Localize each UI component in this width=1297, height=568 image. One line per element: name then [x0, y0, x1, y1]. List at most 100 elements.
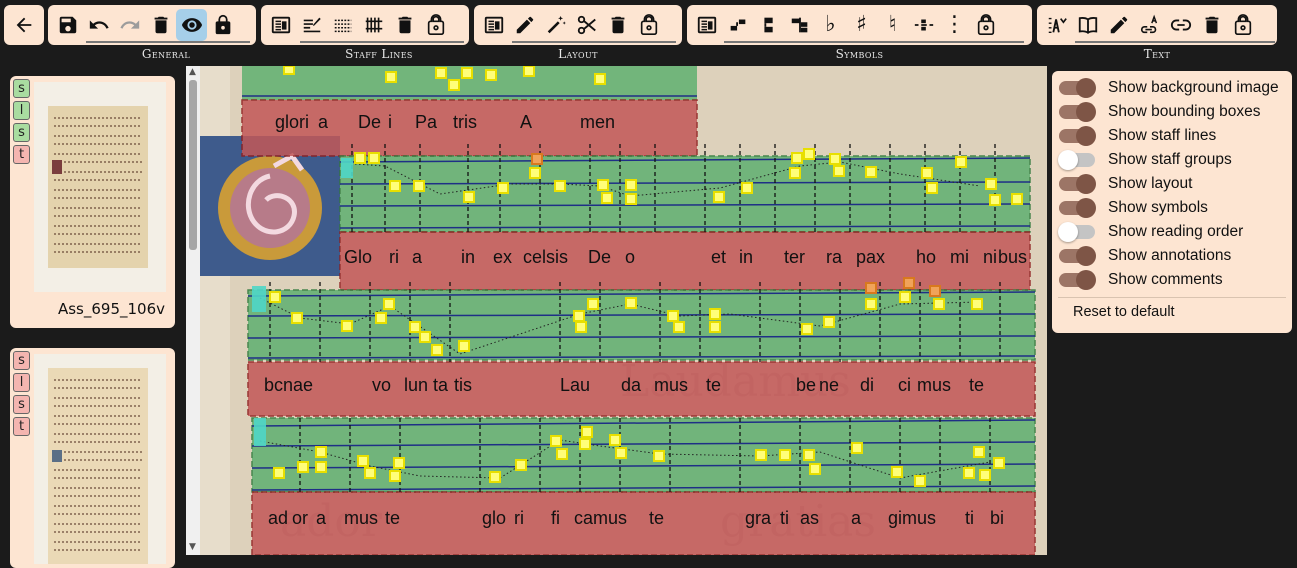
syllable[interactable]: o	[625, 247, 635, 268]
syllable[interactable]: ta	[433, 375, 448, 396]
save-icon[interactable]	[52, 9, 83, 41]
syllable[interactable]: ti	[780, 508, 789, 529]
toggle-switch[interactable]	[1059, 102, 1096, 122]
syllable[interactable]: ti	[965, 508, 974, 529]
syllable[interactable]: ri	[389, 247, 399, 268]
syllable[interactable]: in	[461, 247, 475, 268]
syllable[interactable]: te	[969, 375, 984, 396]
lock-icon[interactable]	[207, 9, 238, 41]
page-card[interactable]: s l s t Ass_695_106v	[10, 76, 175, 328]
toggle-switch[interactable]	[1059, 270, 1096, 290]
syllable[interactable]: ri	[514, 508, 524, 529]
setting-symbols[interactable]: Show symbols	[1052, 196, 1292, 220]
setting-comments[interactable]: Show comments	[1052, 268, 1292, 292]
syllable[interactable]: Pa	[415, 112, 437, 133]
syllable[interactable]: bus	[998, 247, 1027, 268]
syllable[interactable]: da	[621, 375, 641, 396]
delete-icon[interactable]	[1196, 9, 1227, 41]
back-arrow-icon[interactable]	[4, 9, 44, 41]
setting-bounding-boxes[interactable]: Show bounding boxes	[1052, 100, 1292, 124]
page-thumbnail[interactable]	[34, 82, 166, 292]
syllable[interactable]: Glo	[344, 247, 372, 268]
pencil-icon[interactable]	[1103, 9, 1134, 41]
syllable[interactable]: fi	[551, 508, 560, 529]
delete-icon[interactable]	[389, 9, 420, 41]
toggle-switch[interactable]	[1059, 78, 1096, 98]
syllable[interactable]: et	[711, 247, 726, 268]
setting-staff-lines[interactable]: Show staff lines	[1052, 124, 1292, 148]
text-sort-icon[interactable]	[1041, 9, 1072, 41]
link-icon[interactable]	[1165, 9, 1196, 41]
symbol-add-icon[interactable]	[691, 9, 722, 41]
lock-icon[interactable]	[420, 9, 451, 41]
syllable[interactable]: Lau	[560, 375, 590, 396]
toggle-switch[interactable]	[1059, 246, 1096, 266]
staff-split-icon[interactable]	[327, 9, 358, 41]
page-card[interactable]: s l s t	[10, 348, 175, 568]
scroll-up-arrow-icon[interactable]: ▲	[189, 67, 196, 77]
setting-layout[interactable]: Show layout	[1052, 172, 1292, 196]
syllable[interactable]: tis	[454, 375, 472, 396]
lock-icon[interactable]	[970, 9, 1001, 41]
flat-icon[interactable]: ♭	[815, 9, 846, 41]
syllable[interactable]: a	[412, 247, 422, 268]
syllable[interactable]: gimus	[888, 508, 936, 529]
syllable[interactable]: De	[588, 247, 611, 268]
syllable[interactable]: celsis	[523, 247, 568, 268]
syllable[interactable]: ex	[493, 247, 512, 268]
syllable[interactable]: bi	[990, 508, 1004, 529]
sharp-icon[interactable]: ♯	[846, 9, 877, 41]
setting-reading-order[interactable]: Show reading order	[1052, 220, 1292, 244]
toggle-switch[interactable]	[1059, 198, 1096, 218]
syllable[interactable]: in	[739, 247, 753, 268]
syllable[interactable]: or	[292, 508, 308, 529]
syllable[interactable]: bcnae	[264, 375, 313, 396]
page-list-scrollbar[interactable]: ▲ ▼	[186, 66, 200, 555]
syllable[interactable]: ad	[268, 508, 288, 529]
syllable[interactable]: ho	[916, 247, 936, 268]
redo-icon[interactable]	[114, 9, 145, 41]
syllable[interactable]: ci	[898, 375, 911, 396]
page-thumbnail[interactable]	[34, 354, 166, 564]
syllable[interactable]: ne	[819, 375, 839, 396]
syllable[interactable]: mi	[950, 247, 969, 268]
setting-staff-groups[interactable]: Show staff groups	[1052, 148, 1292, 172]
lock-icon[interactable]	[633, 9, 664, 41]
syllable[interactable]: ra	[826, 247, 842, 268]
magic-wand-icon[interactable]	[540, 9, 571, 41]
staff-lines-icon[interactable]	[358, 9, 389, 41]
staff-add-icon[interactable]	[265, 9, 296, 41]
natural-icon[interactable]: ♮	[877, 9, 908, 41]
scroll-down-arrow-icon[interactable]: ▼	[189, 542, 196, 552]
reset-to-default-button[interactable]: Reset to default	[1052, 304, 1292, 320]
syllable[interactable]: glo	[482, 508, 506, 529]
neume-icon[interactable]	[722, 9, 753, 41]
pencil-icon[interactable]	[509, 9, 540, 41]
lock-icon[interactable]	[1227, 9, 1258, 41]
syllable[interactable]: mus	[654, 375, 688, 396]
undo-icon[interactable]	[83, 9, 114, 41]
delete-icon[interactable]	[145, 9, 176, 41]
toggle-switch[interactable]	[1059, 126, 1096, 146]
syllable[interactable]: tris	[453, 112, 477, 133]
syllable[interactable]: men	[580, 112, 615, 133]
editor-canvas[interactable]: Laudamus ador gratias	[200, 66, 1047, 555]
syllable[interactable]: De	[358, 112, 381, 133]
syllable[interactable]: te	[706, 375, 721, 396]
setting-annotations[interactable]: Show annotations	[1052, 244, 1292, 268]
toggle-switch[interactable]	[1058, 222, 1095, 242]
syllable[interactable]: camus	[574, 508, 627, 529]
syllable[interactable]: i	[388, 112, 392, 133]
toggle-switch[interactable]	[1059, 174, 1096, 194]
syllable[interactable]: ni	[983, 247, 997, 268]
more-icon[interactable]: ⋮	[939, 9, 970, 41]
syllable[interactable]: a	[851, 508, 861, 529]
cut-icon[interactable]	[571, 9, 602, 41]
delete-icon[interactable]	[602, 9, 633, 41]
book-icon[interactable]	[1072, 9, 1103, 41]
syllable[interactable]: te	[385, 508, 400, 529]
syllable[interactable]: glori	[275, 112, 309, 133]
syllable[interactable]: te	[649, 508, 664, 529]
visibility-icon[interactable]	[176, 9, 207, 41]
syllable[interactable]: pax	[856, 247, 885, 268]
